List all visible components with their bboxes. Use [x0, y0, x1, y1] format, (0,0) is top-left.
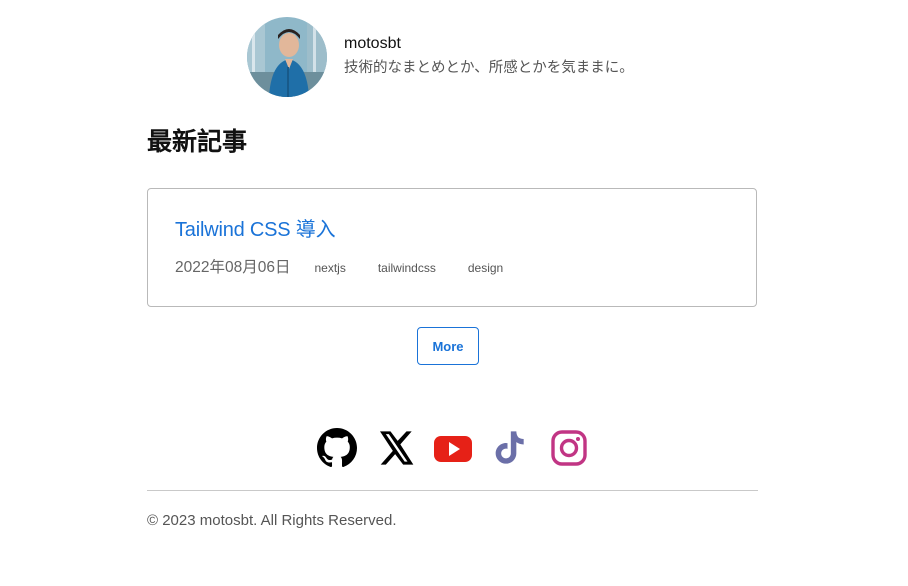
page: motosbt 技術的なまとめとか、所感とかを気ままに。 最新記事 Tailwi…: [0, 0, 908, 586]
article-tag[interactable]: tailwindcss: [378, 257, 436, 279]
article-date: 2022年08月06日: [175, 259, 291, 276]
profile: motosbt 技術的なまとめとか、所感とかを気ままに。: [247, 17, 634, 97]
profile-text: motosbt 技術的なまとめとか、所感とかを気ままに。: [344, 34, 634, 79]
footer-divider: [147, 490, 758, 491]
github-link[interactable]: [317, 428, 357, 468]
instagram-icon: [551, 430, 587, 466]
instagram-link[interactable]: [549, 428, 589, 468]
youtube-icon: [434, 436, 472, 462]
social-links: [317, 428, 607, 468]
tiktok-icon: [495, 431, 524, 464]
avatar: [247, 17, 327, 97]
article-tag[interactable]: design: [468, 257, 503, 279]
more-button[interactable]: More: [417, 327, 479, 365]
article-title-link[interactable]: Tailwind CSS 導入: [175, 215, 336, 245]
profile-bio: 技術的なまとめとか、所感とかを気ままに。: [344, 59, 634, 76]
latest-articles-heading: 最新記事: [147, 127, 248, 156]
profile-name[interactable]: motosbt: [344, 34, 634, 54]
copyright: © 2023 motosbt. All Rights Reserved.: [147, 512, 397, 529]
tiktok-link[interactable]: [491, 428, 531, 468]
article-card: Tailwind CSS 導入 2022年08月06日 nextjs tailw…: [147, 188, 757, 307]
github-icon: [317, 428, 357, 468]
article-meta: 2022年08月06日 nextjs tailwindcss design: [175, 257, 503, 279]
youtube-link[interactable]: [433, 428, 473, 468]
x-icon: [380, 431, 414, 465]
x-link[interactable]: [375, 428, 415, 468]
article-tag[interactable]: nextjs: [314, 257, 345, 279]
